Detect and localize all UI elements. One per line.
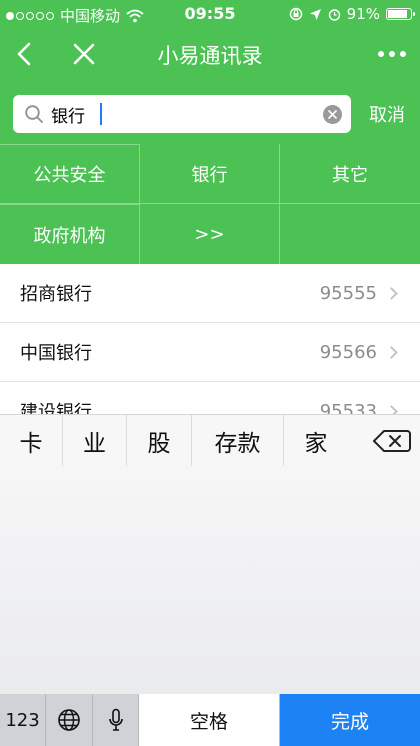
back-button[interactable] [6,36,42,72]
results-list: 招商银行 95555 中国银行 95566 建设银行 95533 [0,264,420,414]
category-grid: 公共安全 银行 其它 政府机构 >> [0,144,420,264]
suggestion-key[interactable]: 股 [127,414,192,467]
list-item[interactable]: 招商银行 95555 [0,264,420,323]
status-bar: 中国移动 09:55 91% [0,0,420,28]
alarm-clock-icon [328,8,340,21]
list-item[interactable]: 建设银行 95533 [0,382,420,414]
chevron-right-icon [385,404,398,414]
battery-icon [386,8,415,20]
list-item[interactable]: 中国银行 95566 [0,323,420,382]
contact-number: 95555 [319,282,377,304]
category-other[interactable]: 其它 [280,144,420,204]
search-area: 取消 [0,82,420,144]
contact-name: 中国银行 [20,343,92,364]
microphone-key[interactable] [93,694,139,746]
cancel-button[interactable]: 取消 [362,101,412,127]
more-button[interactable] [372,36,412,72]
location-arrow-icon [309,8,321,20]
category-more[interactable]: >> [140,204,280,264]
clear-icon [328,110,337,119]
text-caret [100,103,102,125]
contact-name: 招商银行 [20,284,92,305]
suggestion-key[interactable]: 存款 [192,414,284,467]
orientation-lock-icon [289,7,302,21]
suggestion-key[interactable]: 卡 [0,414,63,467]
search-icon [25,105,43,123]
key-123[interactable]: 123 [0,694,46,746]
suggestion-key[interactable]: 业 [63,414,127,467]
category-bank[interactable]: 银行 [140,144,280,204]
status-right: 91% [289,5,415,23]
chevron-right-icon [385,286,398,300]
battery-percent: 91% [346,5,380,23]
clear-search-button[interactable] [323,105,342,124]
close-button[interactable] [66,36,102,72]
keyboard-bottom-row: 123 空格 完成 [0,694,420,746]
contact-number: 95566 [319,341,377,363]
nav-bar: 小易通讯录 [0,28,420,82]
suggestion-key[interactable]: 家 [284,415,348,467]
space-key[interactable]: 空格 [139,694,280,746]
search-input[interactable] [51,100,311,128]
globe-key[interactable] [46,694,93,746]
category-empty [280,204,420,264]
more-dots-icon [378,51,384,57]
keyboard-suggestion-bar: 卡 业 股 存款 家 [0,414,420,467]
backspace-icon[interactable] [372,428,412,454]
category-government[interactable]: 政府机构 [0,204,140,264]
contact-number: 95533 [319,400,377,415]
chevron-left-icon [17,42,31,66]
keyboard-input-area[interactable] [0,466,420,694]
done-key[interactable]: 完成 [280,694,420,746]
close-icon [73,43,95,65]
page-title: 小易通讯录 [157,44,263,68]
category-public-safety[interactable]: 公共安全 [0,144,140,204]
globe-icon [58,709,80,731]
microphone-icon [108,708,123,731]
contact-name: 建设银行 [20,402,92,414]
search-box [13,95,351,133]
chevron-right-icon [385,345,398,359]
